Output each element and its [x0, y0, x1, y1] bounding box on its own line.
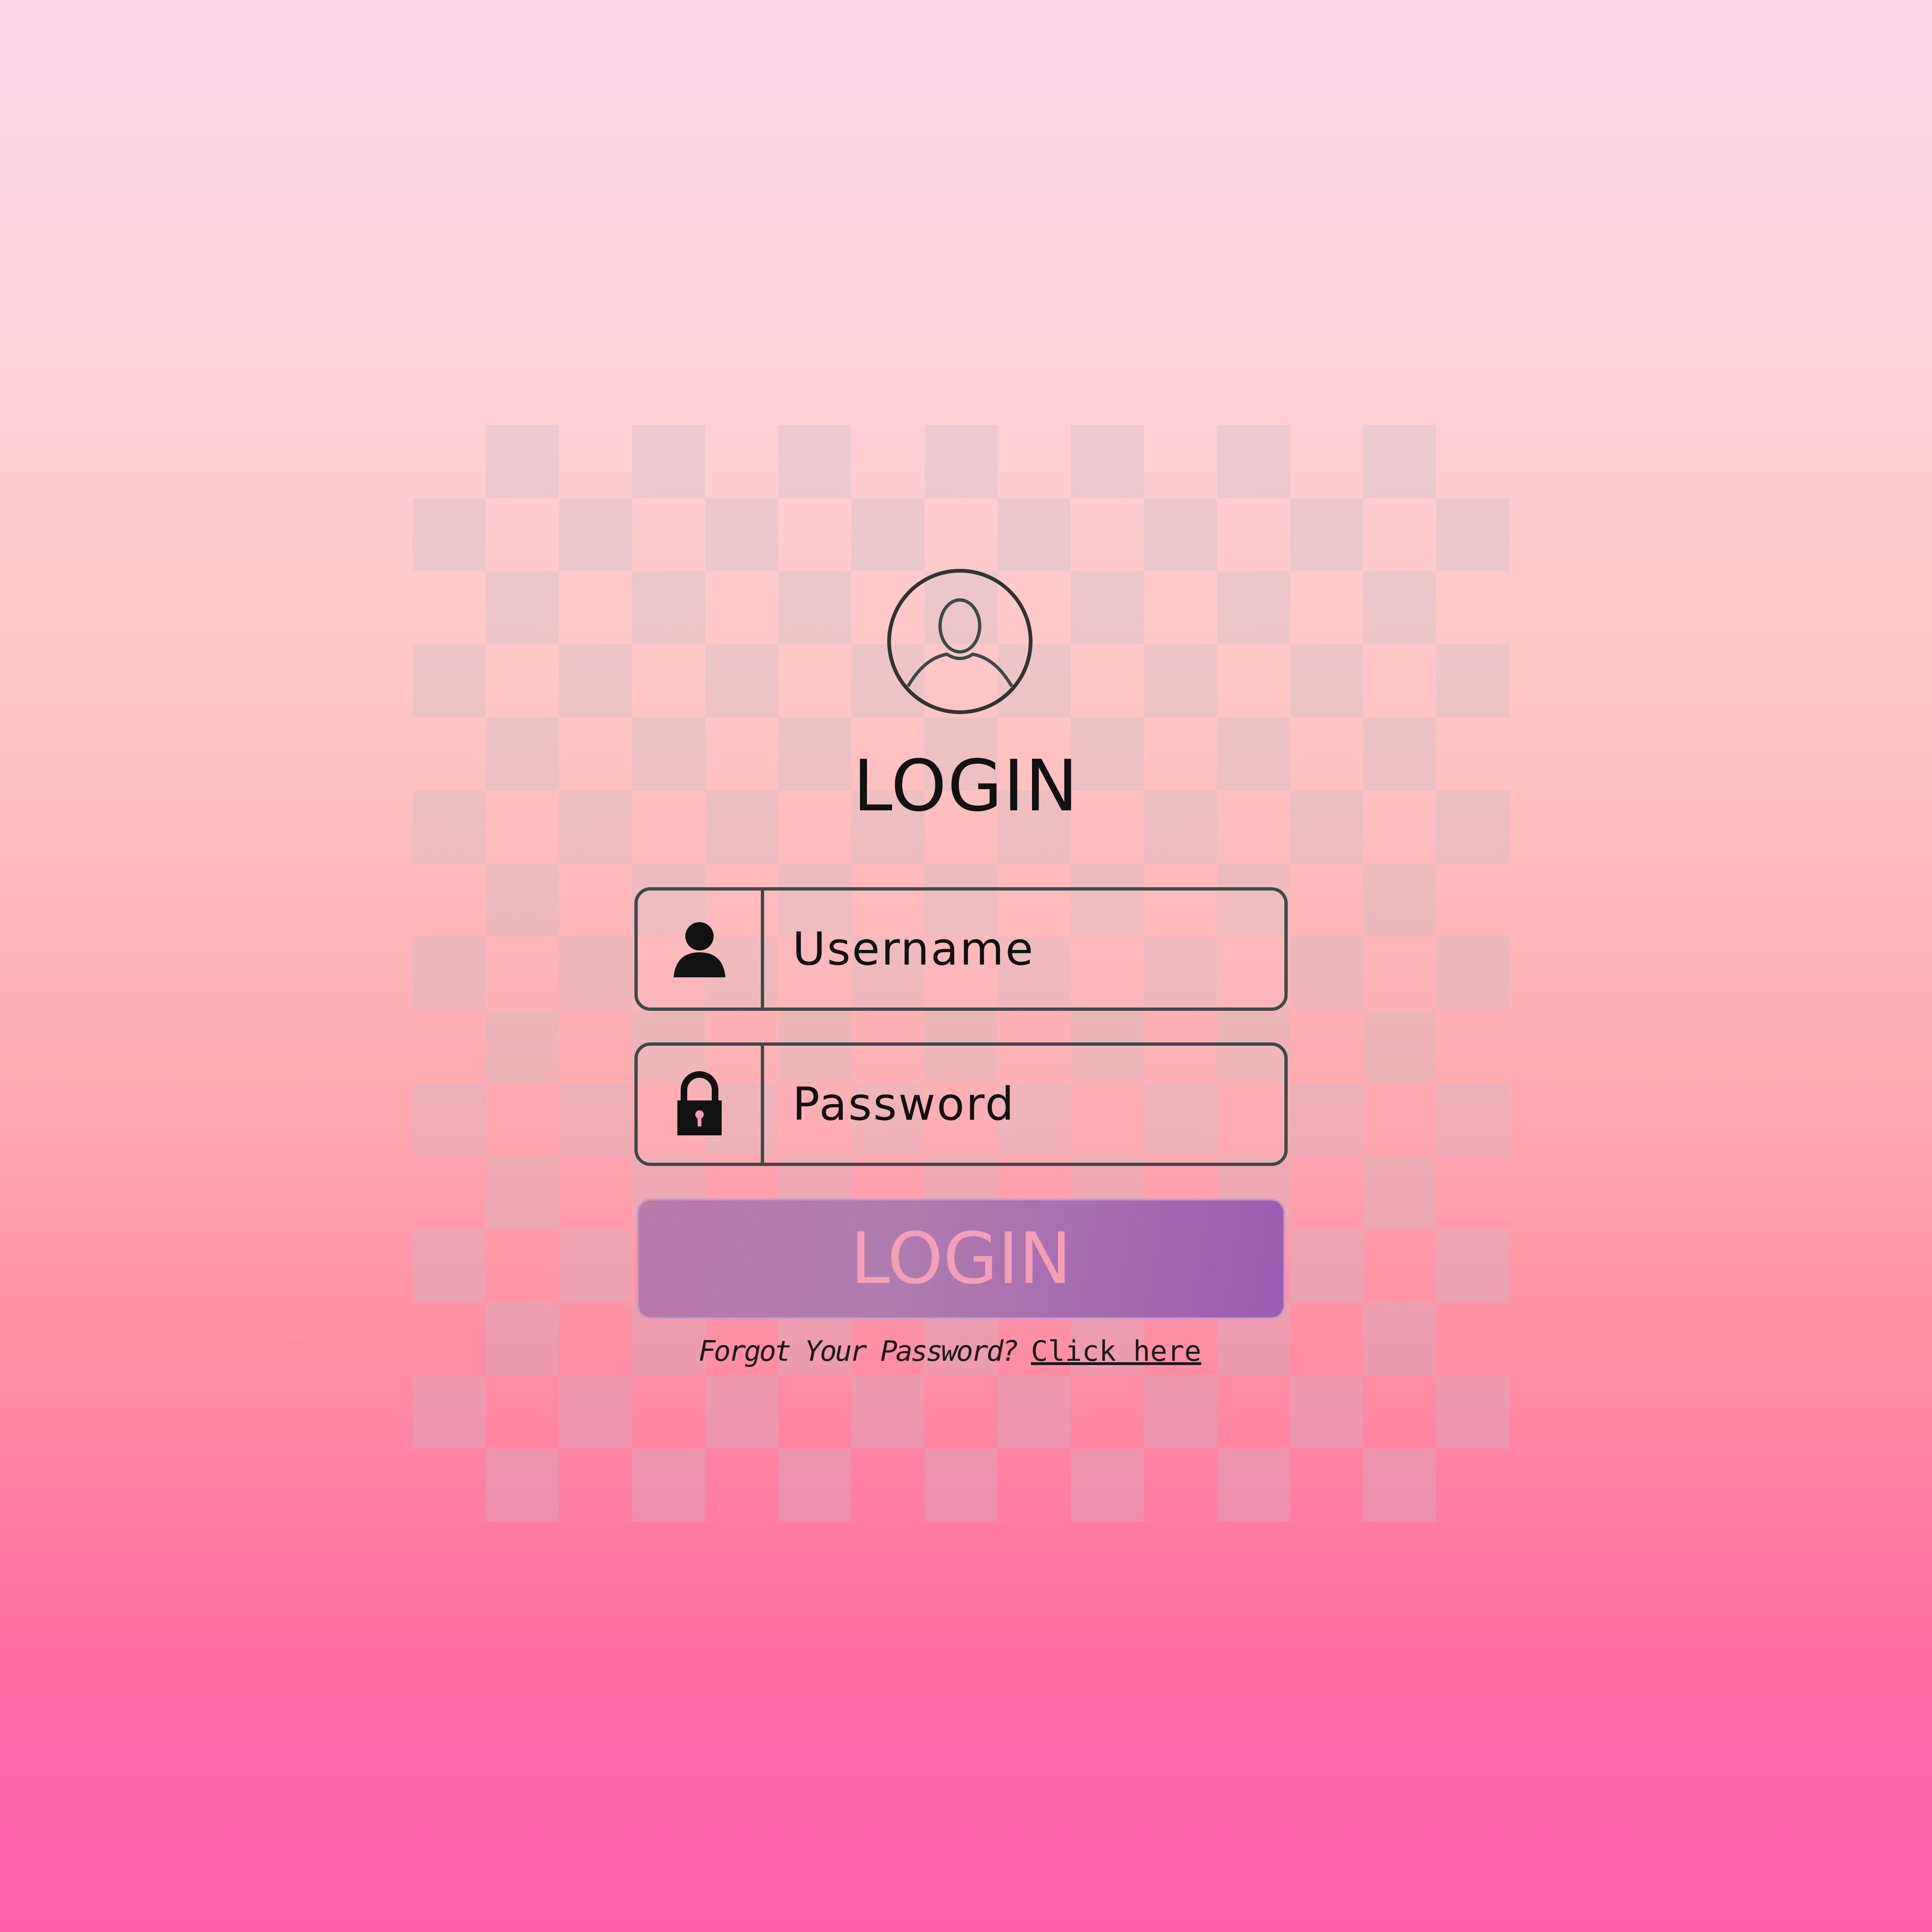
forgot-password: Forgot Your Password? Click here [699, 1335, 1227, 1368]
user-icon [638, 891, 764, 1008]
password-input[interactable]: Password [764, 1078, 1015, 1131]
lock-icon [638, 1046, 764, 1163]
avatar-icon [887, 569, 1033, 714]
login-button[interactable]: LOGIN [637, 1199, 1285, 1319]
click-here-link[interactable]: Click here [1031, 1335, 1201, 1368]
forgot-text: Forgot Your Password? [699, 1335, 1019, 1368]
username-input[interactable]: Username [764, 923, 1034, 975]
username-field[interactable]: Username [634, 887, 1288, 1011]
password-field[interactable]: Password [634, 1042, 1288, 1166]
page-title: LOGIN [853, 745, 1079, 827]
